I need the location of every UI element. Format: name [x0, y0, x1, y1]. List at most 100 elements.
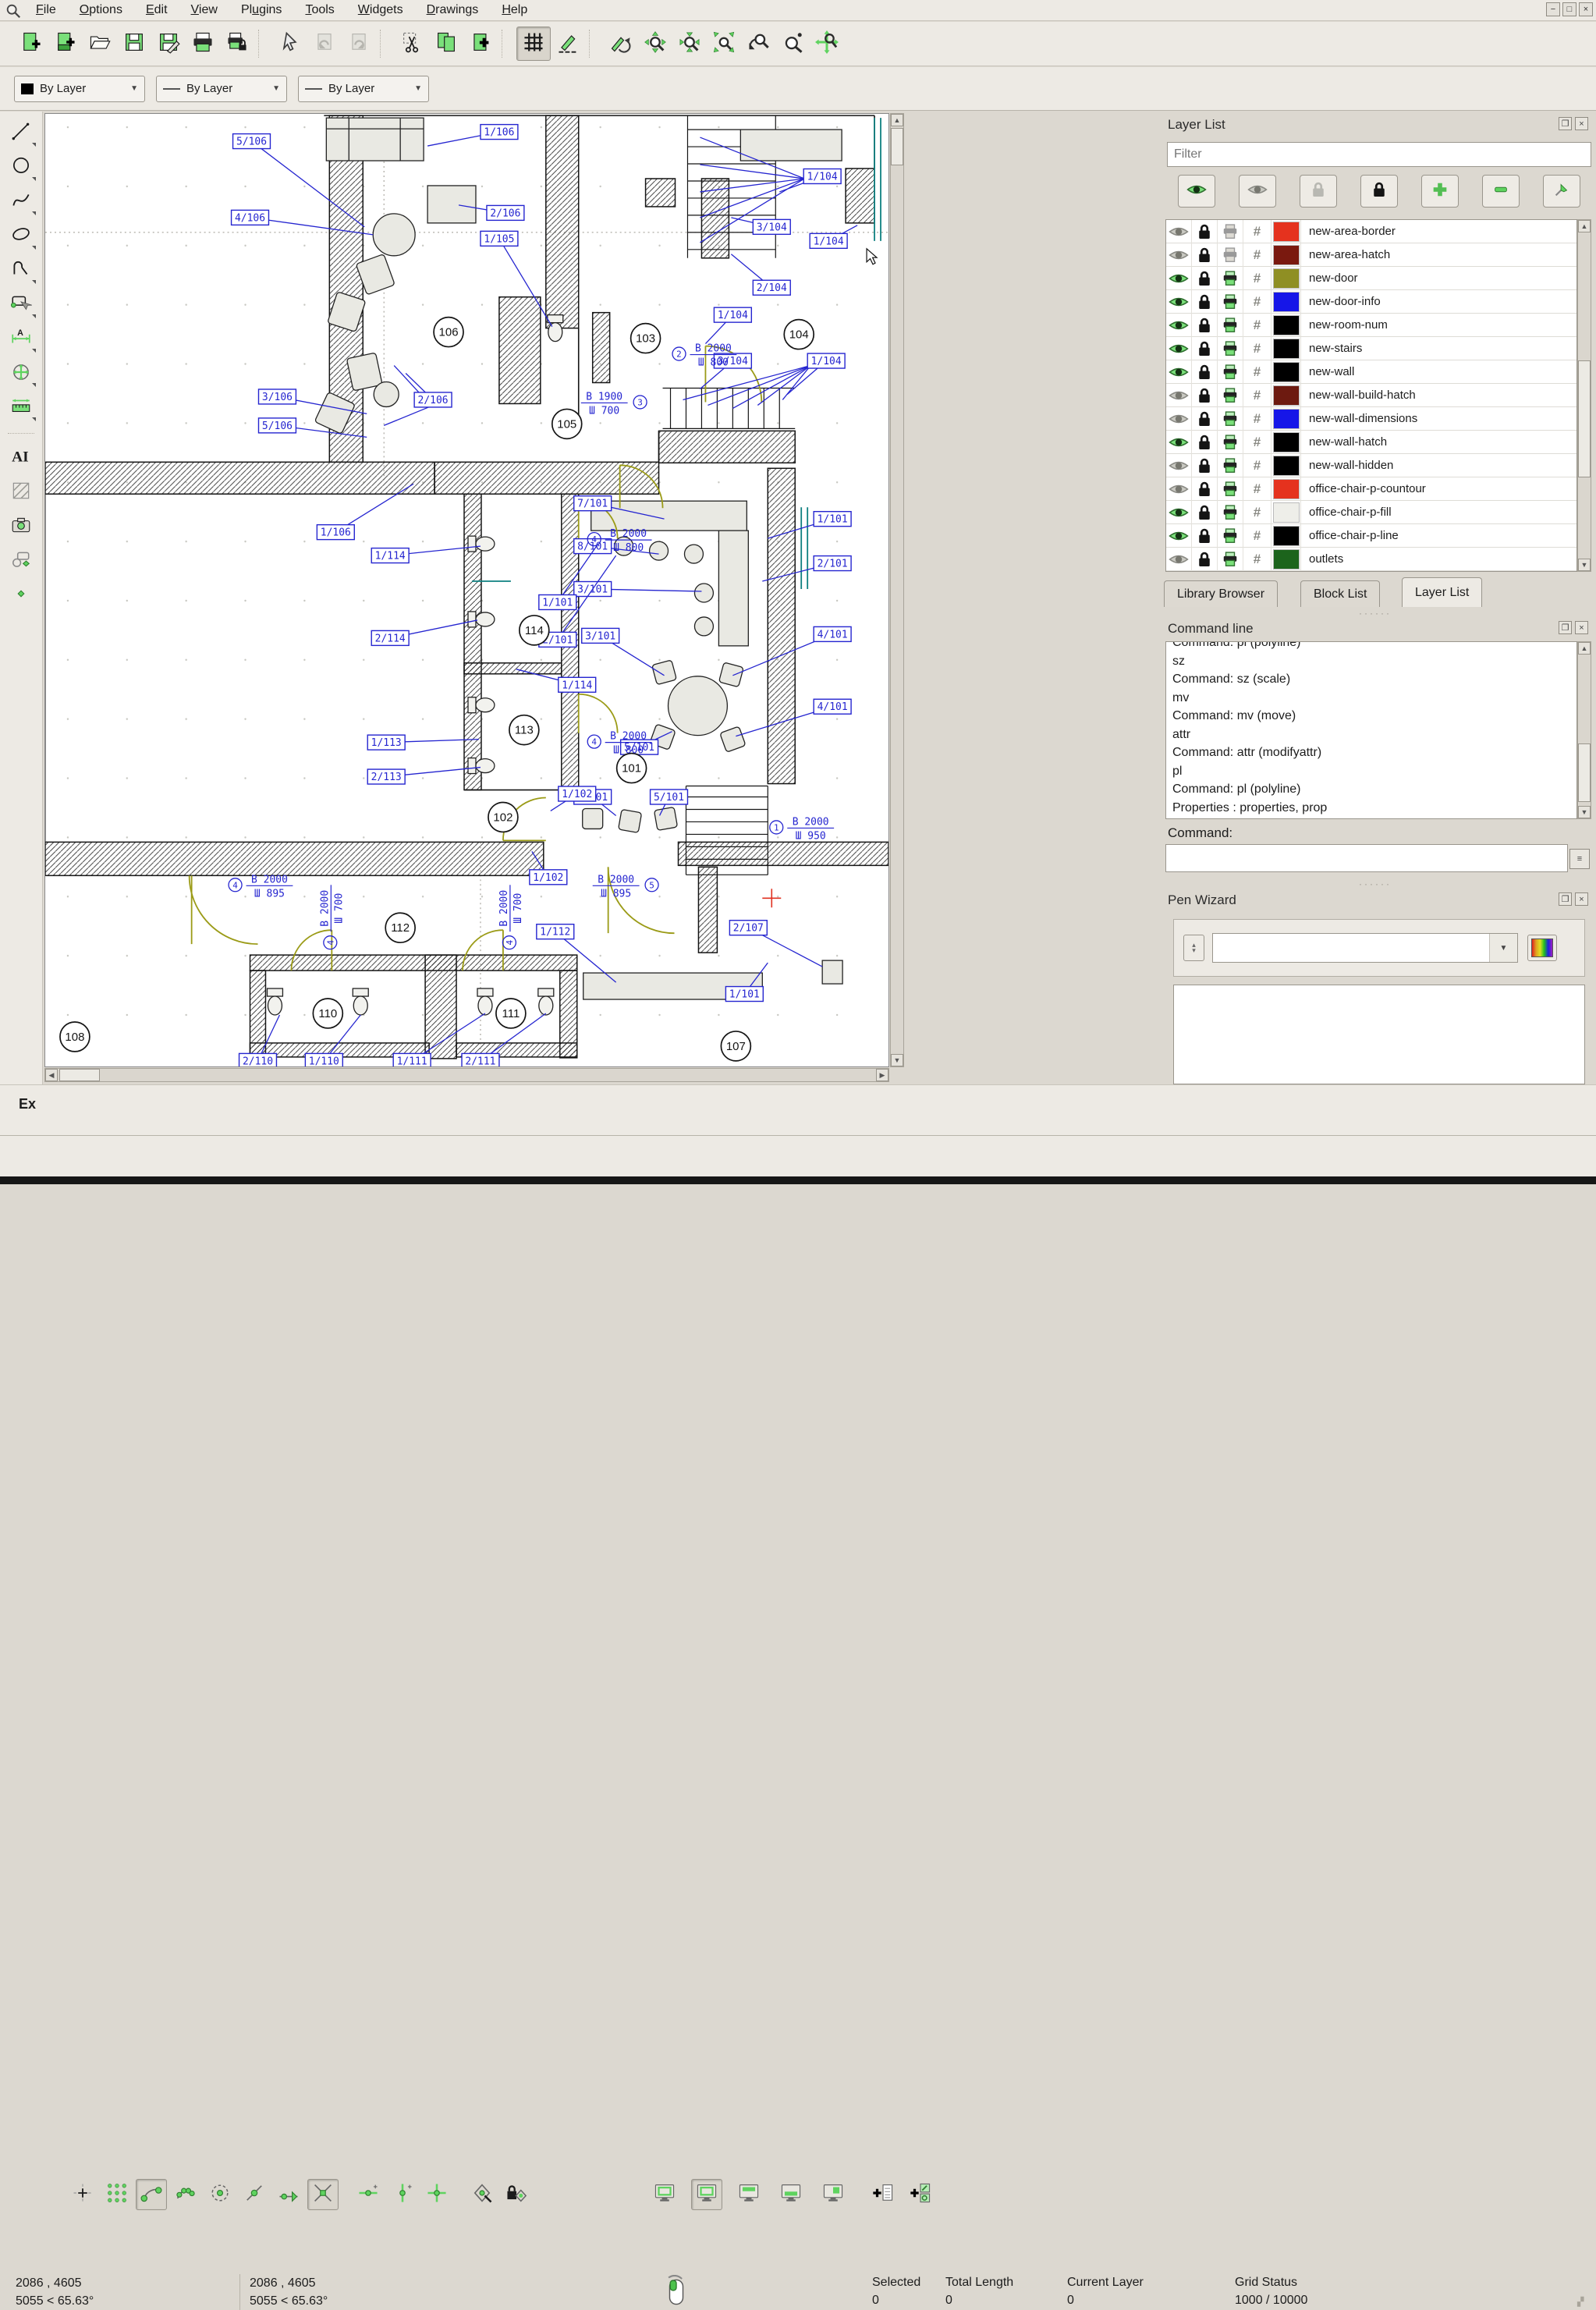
linewidth-combobox[interactable]: By Layer ▼ — [156, 76, 287, 102]
layer-lock-icon[interactable] — [1192, 337, 1218, 360]
layer-visibility-icon[interactable] — [1166, 243, 1192, 267]
construction-layer-icon[interactable]: # — [1254, 341, 1261, 357]
modify-layer-button[interactable] — [1543, 175, 1580, 208]
layer-visibility-icon[interactable] — [1166, 337, 1192, 360]
construction-layer-icon[interactable]: # — [1254, 552, 1261, 567]
layer-name[interactable]: new-wall-dimensions — [1301, 412, 1417, 425]
linetype-combobox[interactable]: By Layer ▼ — [298, 76, 429, 102]
cut-button[interactable] — [395, 27, 429, 61]
copy-button[interactable] — [429, 27, 463, 61]
layer-visibility-icon[interactable] — [1166, 314, 1192, 337]
layer-print-icon[interactable] — [1218, 477, 1243, 501]
layer-lock-icon[interactable] — [1192, 267, 1218, 290]
pen-color-button[interactable] — [1527, 935, 1557, 961]
layer-visibility-icon[interactable] — [1166, 407, 1192, 431]
color-combobox[interactable]: By Layer ▼ — [14, 76, 145, 102]
draft-button[interactable] — [551, 27, 585, 61]
command-scrollbar[interactable]: ▲ ▼ — [1577, 641, 1591, 819]
menu-help[interactable]: Help — [492, 2, 537, 19]
tab-library-browser[interactable]: Library Browser — [1164, 580, 1278, 607]
set-relative-zero-button[interactable] — [466, 2179, 498, 2210]
layer-row[interactable]: #new-area-border — [1166, 220, 1576, 243]
layer-lock-icon[interactable] — [1192, 220, 1218, 243]
layer-print-icon[interactable] — [1218, 524, 1243, 548]
construction-layer-icon[interactable]: # — [1254, 364, 1261, 380]
float-panel-icon[interactable]: ❐ — [1559, 621, 1572, 634]
snap-center-button[interactable] — [204, 2179, 236, 2210]
close-panel-icon[interactable]: × — [1575, 621, 1588, 634]
close-panel-icon[interactable]: × — [1575, 892, 1588, 906]
measure-tool-button[interactable] — [4, 392, 38, 424]
zoom-pan-button[interactable] — [810, 27, 844, 61]
layer-construction-icon[interactable]: # — [1243, 384, 1271, 407]
tab-block-list[interactable]: Block List — [1300, 580, 1380, 607]
redraw-button[interactable] — [604, 27, 638, 61]
polyline-tool-button[interactable] — [4, 255, 38, 286]
text-tool-button[interactable]: AI — [4, 442, 38, 474]
layer-name[interactable]: new-door — [1301, 271, 1358, 285]
scroll-up-icon[interactable]: ▲ — [891, 114, 903, 126]
layer-visibility-icon[interactable] — [1166, 290, 1192, 314]
restrict-horizontal-button[interactable] — [353, 2179, 384, 2210]
scroll-right-icon[interactable]: ▶ — [876, 1069, 888, 1081]
layer-row[interactable]: #new-wall — [1166, 360, 1576, 384]
construction-layer-icon[interactable]: # — [1254, 224, 1261, 240]
layer-print-icon[interactable] — [1218, 243, 1243, 267]
layer-print-icon[interactable] — [1218, 548, 1243, 571]
layer-construction-icon[interactable]: # — [1243, 360, 1271, 384]
snap-middle-button[interactable] — [239, 2179, 270, 2210]
layer-row[interactable]: #new-door — [1166, 267, 1576, 290]
layer-scrollbar[interactable]: ▲ ▼ — [1577, 219, 1591, 572]
menu-drawings[interactable]: Drawings — [417, 2, 488, 19]
layer-name[interactable]: new-wall-hatch — [1301, 435, 1387, 449]
layer-lock-icon[interactable] — [1192, 477, 1218, 501]
layer-print-icon[interactable] — [1218, 360, 1243, 384]
layer-name[interactable]: new-wall-hidden — [1301, 459, 1393, 472]
layer-filter-input[interactable] — [1167, 142, 1591, 167]
construction-layer-icon[interactable]: # — [1254, 318, 1261, 333]
snap-intersection-button[interactable] — [307, 2179, 339, 2210]
zoom-auto-button[interactable] — [707, 27, 741, 61]
layer-name[interactable]: office-chair-p-fill — [1301, 506, 1392, 519]
maximize-button[interactable]: □ — [1562, 2, 1576, 16]
spline-tool-button[interactable] — [4, 186, 38, 218]
layer-lock-icon[interactable] — [1192, 384, 1218, 407]
layer-construction-icon[interactable]: # — [1243, 524, 1271, 548]
grid-button[interactable] — [516, 27, 551, 61]
layer-row[interactable]: #office-chair-p-line — [1166, 524, 1576, 548]
layer-row[interactable]: # new-wall-hatch — [1166, 431, 1576, 454]
command-history[interactable]: Command: pl (polyline)szCommand: sz (sca… — [1165, 641, 1577, 819]
layer-visibility-icon[interactable] — [1166, 220, 1192, 243]
status-monitor-2-button[interactable] — [691, 2179, 722, 2210]
layer-print-icon[interactable] — [1218, 384, 1243, 407]
open-button[interactable] — [83, 27, 117, 61]
layer-print-icon[interactable] — [1218, 431, 1243, 454]
layer-lock-icon[interactable] — [1192, 501, 1218, 524]
line-tool-button[interactable] — [4, 118, 38, 149]
layer-visibility-icon[interactable] — [1166, 267, 1192, 290]
circle-tool-button[interactable] — [4, 152, 38, 183]
layer-name[interactable]: new-area-hatch — [1301, 248, 1390, 261]
new-drawing-button[interactable] — [14, 27, 48, 61]
snap-free-button[interactable] — [67, 2179, 98, 2210]
layer-lock-icon[interactable] — [1192, 548, 1218, 571]
menu-options[interactable]: Options — [70, 2, 132, 19]
layer-construction-icon[interactable]: # — [1243, 501, 1271, 524]
block-tool-button[interactable] — [4, 545, 38, 577]
layer-print-icon[interactable] — [1218, 407, 1243, 431]
layer-print-icon[interactable] — [1218, 337, 1243, 360]
menu-tools[interactable]: Tools — [296, 2, 343, 19]
layer-name[interactable]: office-chair-p-countour — [1301, 482, 1426, 495]
status-monitor-1-button[interactable] — [649, 2179, 680, 2210]
construction-layer-icon[interactable]: # — [1254, 458, 1261, 474]
layer-lock-icon[interactable] — [1192, 360, 1218, 384]
construction-layer-icon[interactable]: # — [1254, 435, 1261, 450]
layer-name[interactable]: new-stairs — [1301, 342, 1362, 355]
layer-print-icon[interactable] — [1218, 501, 1243, 524]
layer-row[interactable]: #new-area-hatch — [1166, 243, 1576, 267]
layer-lock-icon[interactable] — [1192, 431, 1218, 454]
layer-construction-icon[interactable]: # — [1243, 454, 1271, 477]
close-panel-icon[interactable]: × — [1575, 117, 1588, 130]
layer-construction-icon[interactable]: # — [1243, 407, 1271, 431]
layer-construction-icon[interactable]: # — [1243, 477, 1271, 501]
